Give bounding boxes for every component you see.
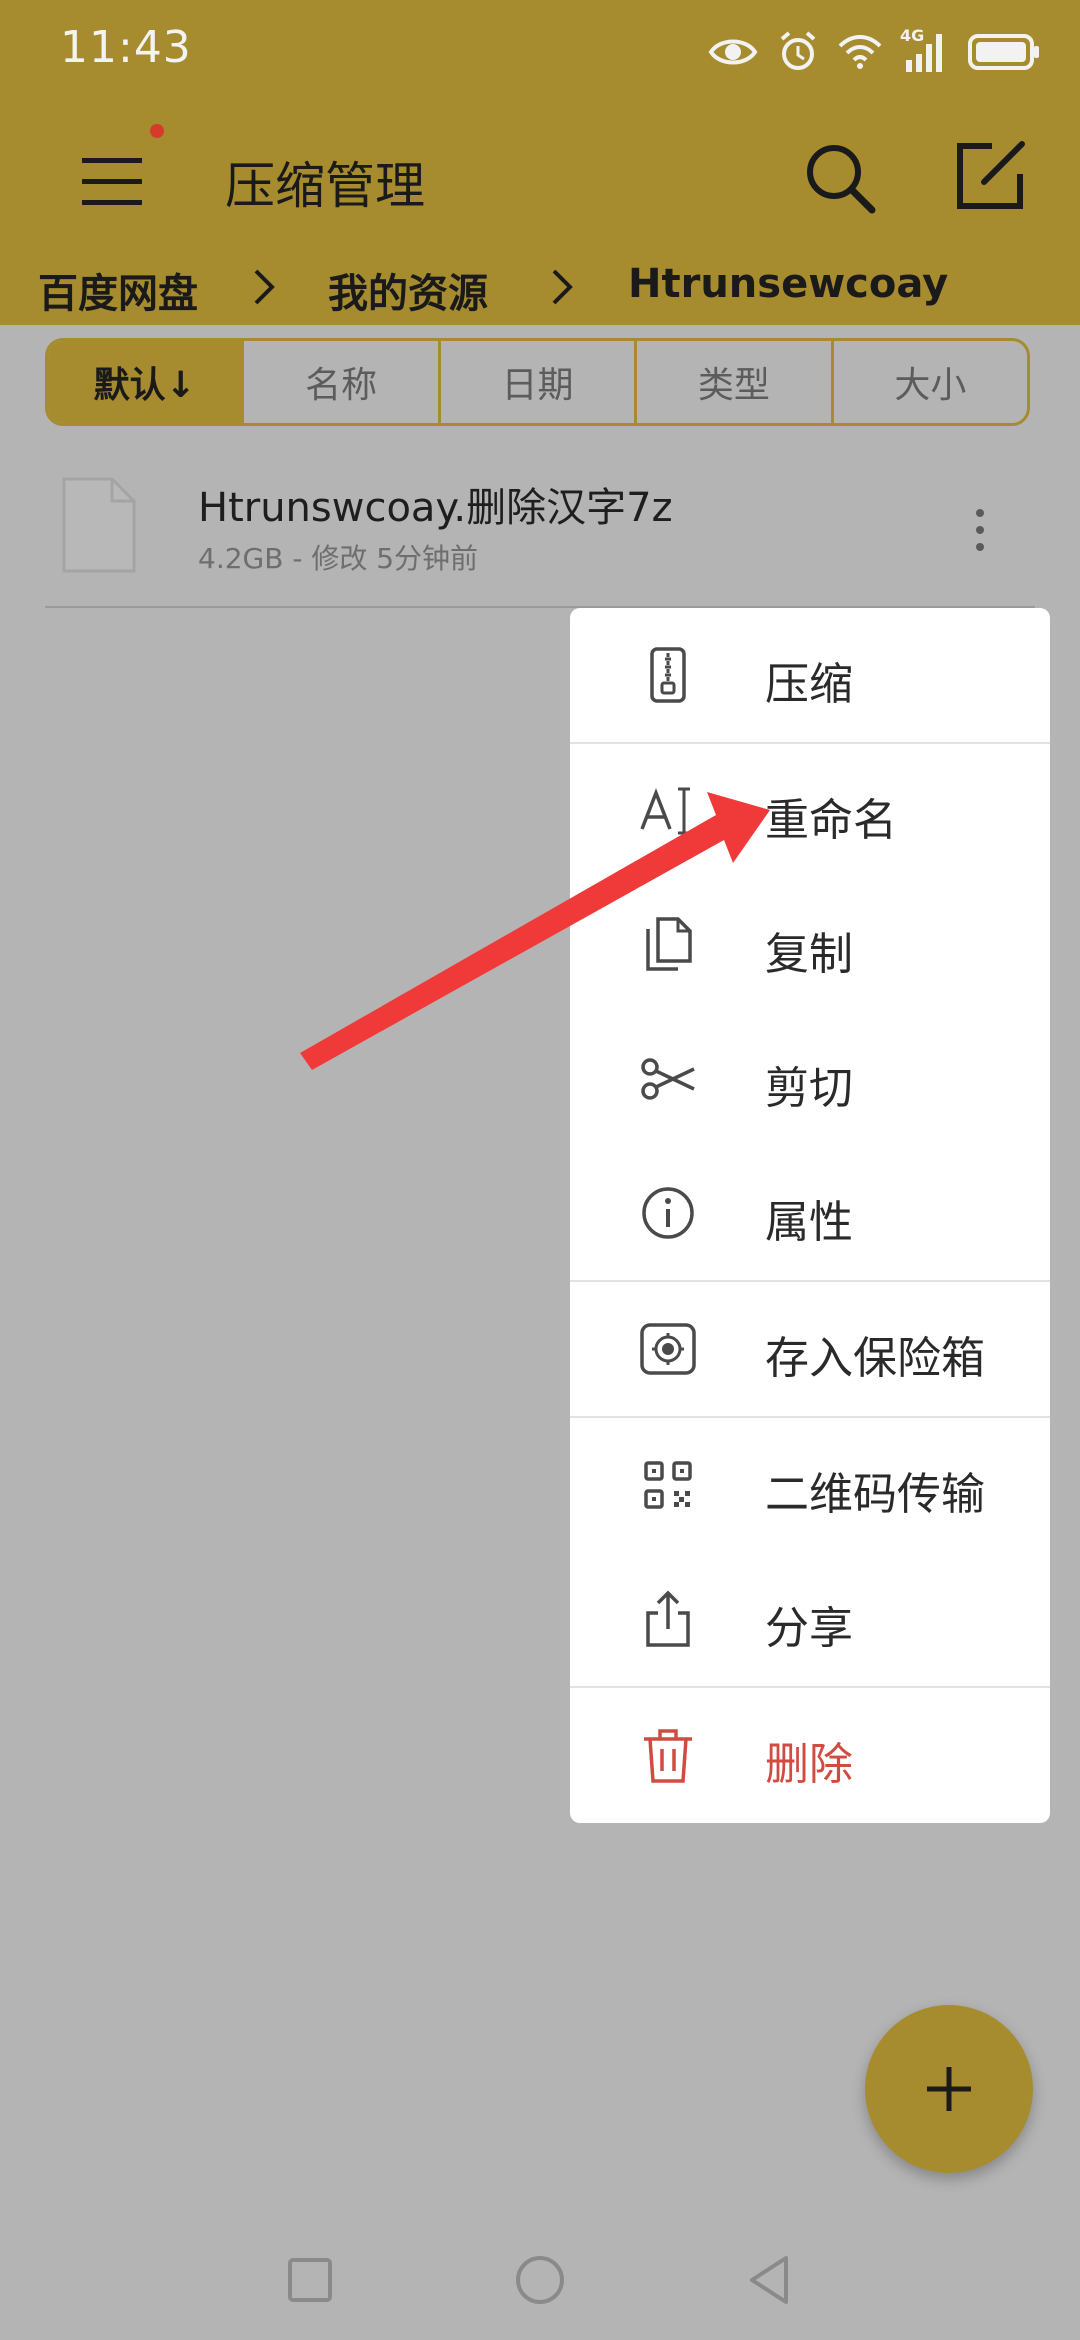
app-header: 11:43 4G 压缩管理 百度网盘 我的资源 Htrunsewcoay: [0, 0, 1080, 325]
wifi-icon: [838, 34, 882, 70]
search-icon[interactable]: [800, 138, 880, 218]
file-icon: [60, 475, 138, 575]
plus-icon: [927, 2067, 971, 2111]
rename-icon: [638, 781, 698, 841]
battery-icon: [968, 32, 1040, 72]
share-icon: [638, 1589, 698, 1649]
signal-icon: 4G: [900, 26, 948, 74]
menu-label: 存入保险箱: [765, 1333, 985, 1384]
recent-apps-icon[interactable]: [280, 2250, 340, 2310]
add-button[interactable]: [865, 2005, 1033, 2173]
sort-tab-size[interactable]: 大小: [834, 341, 1027, 423]
breadcrumb: 百度网盘 我的资源 Htrunsewcoay: [0, 255, 1080, 325]
menu-label: 剪切: [765, 1063, 853, 1114]
menu-label: 删除: [765, 1739, 853, 1790]
menu-label: 二维码传输: [765, 1469, 985, 1520]
eye-icon: [708, 34, 758, 70]
menu-item-share[interactable]: 分享: [570, 1552, 1050, 1686]
menu-item-rename[interactable]: 重命名: [570, 744, 1050, 878]
menu-item-qr-transfer[interactable]: 二维码传输: [570, 1418, 1050, 1552]
home-icon[interactable]: [510, 2250, 570, 2310]
vault-icon: [638, 1319, 698, 1379]
menu-item-delete[interactable]: 删除: [570, 1688, 1050, 1822]
menu-item-copy[interactable]: 复制: [570, 878, 1050, 1012]
qr-code-icon: [638, 1455, 698, 1515]
sort-tab-name[interactable]: 名称: [244, 341, 441, 423]
network-label: 4G: [900, 26, 925, 45]
breadcrumb-item-current[interactable]: Htrunsewcoay: [628, 261, 948, 307]
breadcrumb-item-root[interactable]: 百度网盘: [28, 261, 198, 319]
menu-label: 属性: [765, 1197, 853, 1248]
notification-dot: [150, 124, 164, 138]
menu-label: 压缩: [765, 659, 853, 710]
edit-icon[interactable]: [950, 136, 1030, 216]
zip-icon: [638, 645, 698, 705]
sort-tab-type[interactable]: 类型: [637, 341, 834, 423]
menu-label: 重命名: [765, 795, 897, 846]
toolbar: 压缩管理: [0, 120, 1080, 240]
menu-label: 复制: [765, 929, 853, 980]
trash-icon: [638, 1725, 698, 1785]
chevron-right-icon: [250, 265, 280, 309]
status-time: 11:43: [60, 22, 192, 73]
file-meta: 4.2GB - 修改 5分钟前: [198, 542, 479, 575]
menu-item-vault[interactable]: 存入保险箱: [570, 1282, 1050, 1416]
chevron-right-icon: [548, 265, 578, 309]
menu-icon[interactable]: [70, 140, 154, 224]
more-options-icon[interactable]: [970, 505, 990, 555]
context-menu: 压缩 重命名 复制 剪切 属性 存入保险箱 二维码传输 分享 删除: [570, 608, 1050, 1823]
status-icons: 4G: [708, 24, 1040, 80]
sort-tab-date[interactable]: 日期: [441, 341, 638, 423]
info-icon: [638, 1183, 698, 1243]
back-icon[interactable]: [740, 2250, 800, 2310]
breadcrumb-item-folder[interactable]: 我的资源: [328, 261, 488, 319]
menu-item-cut[interactable]: 剪切: [570, 1012, 1050, 1146]
copy-icon: [638, 915, 698, 975]
navigation-bar: [0, 2220, 1080, 2340]
scissors-icon: [638, 1049, 698, 1109]
menu-item-compress[interactable]: 压缩: [570, 608, 1050, 742]
file-name: Htrunswcoay.删除汉字7z: [198, 485, 673, 531]
menu-label: 分享: [765, 1603, 853, 1654]
alarm-icon: [778, 31, 818, 73]
sort-tab-default[interactable]: 默认↓: [48, 341, 245, 423]
sort-tabs: 默认↓ 名称 日期 类型 大小: [45, 338, 1030, 426]
menu-item-properties[interactable]: 属性: [570, 1146, 1050, 1280]
page-title: 压缩管理: [225, 157, 425, 215]
status-bar: 11:43 4G: [0, 0, 1080, 110]
file-list-item[interactable]: Htrunswcoay.删除汉字7z 4.2GB - 修改 5分钟前: [45, 455, 1030, 605]
